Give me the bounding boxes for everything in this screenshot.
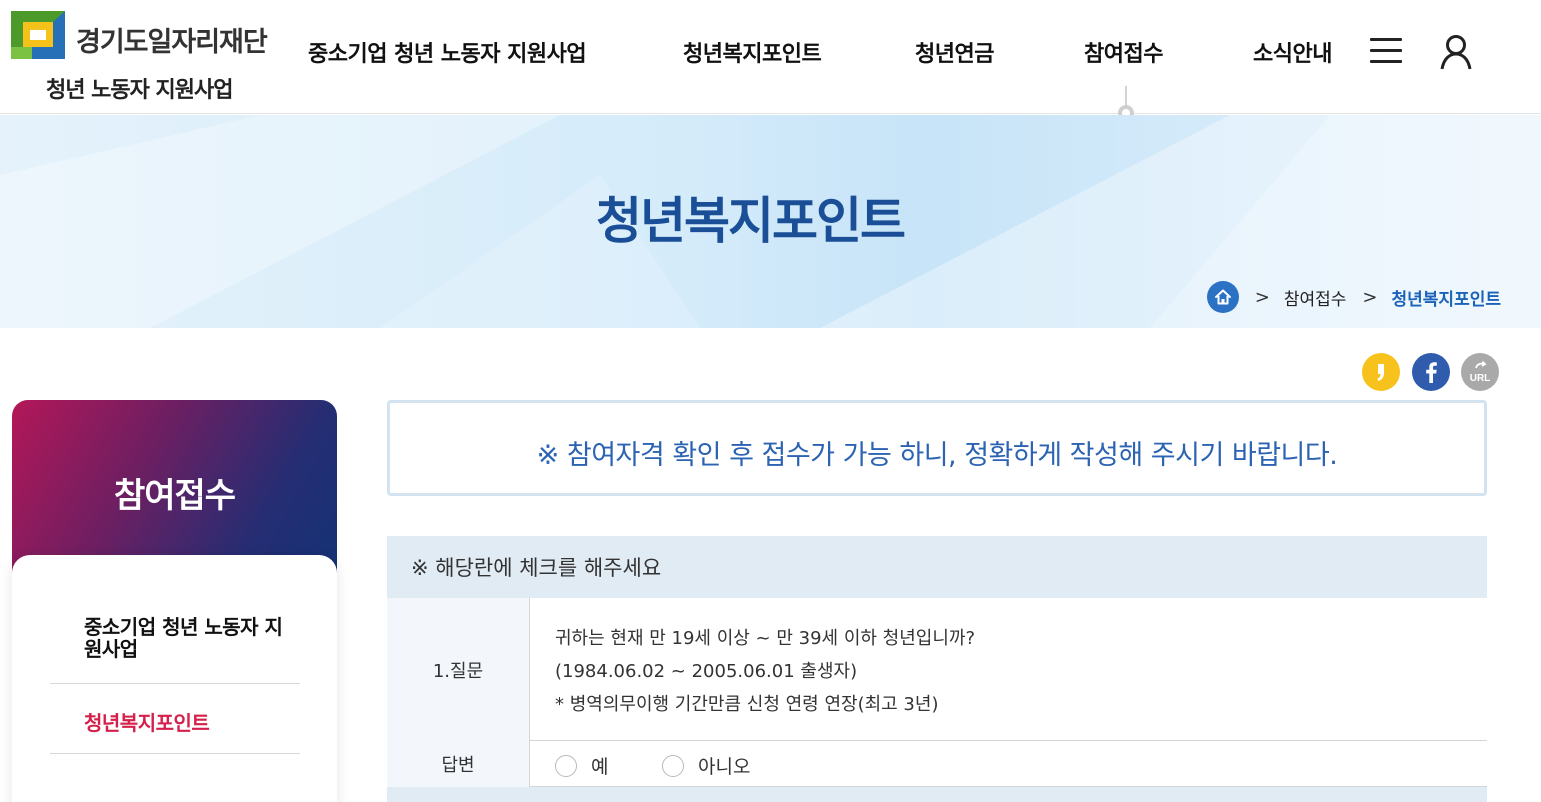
- next-section-header: [387, 787, 1487, 802]
- notice-text: ※ 참여자격 확인 후 접수가 가능 하니, 정확하게 작성해 주시기 바랍니다…: [536, 440, 1338, 471]
- question-line: 귀하는 현재 만 19세 이상 ~ 만 39세 이하 청년입니까?: [555, 628, 976, 649]
- radio-button-no[interactable]: [662, 754, 684, 777]
- hamburger-menu-icon[interactable]: [1370, 38, 1402, 64]
- question-line: (1984.06.02 ~ 2005.06.01 출생자): [555, 661, 858, 682]
- answer-option-yes[interactable]: 예: [555, 752, 608, 779]
- radio-button-yes[interactable]: [555, 754, 577, 777]
- divider: [50, 753, 300, 754]
- nav-item-youth-welfare-point[interactable]: 청년복지포인트: [683, 36, 822, 68]
- nav-item-news[interactable]: 소식안내: [1253, 36, 1332, 68]
- breadcrumb-item-current[interactable]: 청년복지포인트: [1392, 285, 1501, 310]
- page-banner: 청년복지포인트 > 참여접수 > 청년복지포인트: [0, 115, 1541, 328]
- site-logo[interactable]: 경기도일자리재단 청년 노동자 지원사업: [10, 6, 270, 106]
- answer-row: 답변 예 아니오: [387, 741, 1487, 787]
- side-nav-item-youth-welfare-point[interactable]: 청년복지포인트: [84, 707, 210, 736]
- chevron-right-icon: >: [1362, 286, 1378, 308]
- logo-mark-icon: [11, 11, 65, 59]
- nav-item-participation-application[interactable]: 참여접수: [1084, 36, 1163, 68]
- nav-item-youth-pension[interactable]: 청년연금: [915, 36, 994, 68]
- logo-title: 경기도일자리재단: [76, 27, 268, 58]
- side-nav-item-sme-youth-worker-support[interactable]: 중소기업 청년 노동자 지원사업: [84, 616, 284, 660]
- page-title: 청년복지포인트: [596, 192, 906, 250]
- question-label: 1.질문: [387, 598, 530, 741]
- side-nav-menu: 중소기업 청년 노동자 지원사업 청년복지포인트: [12, 555, 337, 802]
- nav-item-sme-youth-worker-support[interactable]: 중소기업 청년 노동자 지원사업: [308, 36, 587, 68]
- logo-subtitle: 청년 노동자 지원사업: [46, 78, 233, 103]
- side-nav-title: 참여접수: [113, 476, 236, 516]
- url-label: URL: [1470, 373, 1491, 384]
- site-header: 경기도일자리재단 청년 노동자 지원사업 중소기업 청년 노동자 지원사업 청년…: [0, 0, 1541, 121]
- kakaostory-icon[interactable]: [1362, 353, 1400, 391]
- answer-label: 답변: [387, 741, 530, 787]
- answer-option-no-label: 아니오: [698, 756, 751, 778]
- user-icon[interactable]: [1440, 34, 1472, 70]
- breadcrumb: > 참여접수 > 청년복지포인트: [1206, 281, 1501, 313]
- question-content: 귀하는 현재 만 19세 이상 ~ 만 39세 이하 청년입니까? (1984.…: [555, 622, 975, 721]
- breadcrumb-item-participation[interactable]: 참여접수: [1284, 285, 1347, 310]
- form-header: ※ 해당란에 체크를 해주세요: [387, 536, 1487, 598]
- chevron-right-icon: >: [1254, 286, 1270, 308]
- side-navigation: 참여접수 중소기업 청년 노동자 지원사업 청년복지포인트: [12, 400, 337, 802]
- answer-option-no[interactable]: 아니오: [662, 752, 750, 779]
- divider: [50, 683, 300, 684]
- url-copy-icon[interactable]: URL: [1461, 353, 1499, 391]
- eligibility-form: ※ 해당란에 체크를 해주세요 1.질문 귀하는 현재 만 19세 이상 ~ 만…: [387, 536, 1487, 802]
- notice-box: ※ 참여자격 확인 후 접수가 가능 하니, 정확하게 작성해 주시기 바랍니다…: [387, 400, 1487, 496]
- home-icon[interactable]: [1206, 281, 1239, 313]
- side-nav-header: 참여접수: [12, 400, 337, 575]
- answer-option-yes-label: 예: [591, 756, 609, 778]
- question-line: * 병역의무이행 기간만큼 신청 연령 연장(최고 3년): [555, 694, 939, 715]
- facebook-icon[interactable]: [1412, 353, 1450, 391]
- question-row: 1.질문 귀하는 현재 만 19세 이상 ~ 만 39세 이하 청년입니까? (…: [387, 598, 1487, 741]
